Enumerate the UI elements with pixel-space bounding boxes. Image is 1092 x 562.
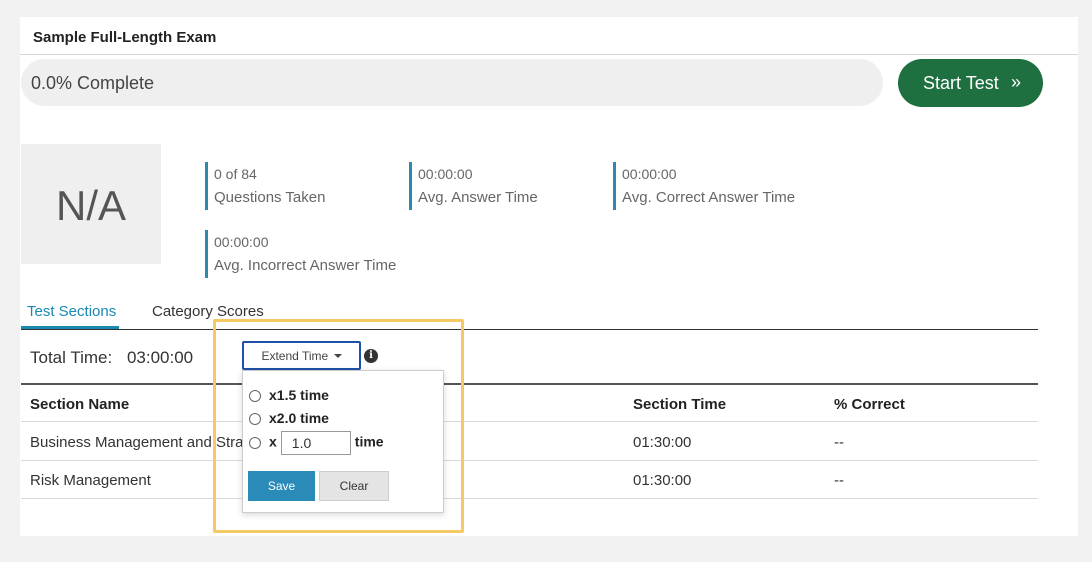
exam-title: Sample Full-Length Exam (33, 29, 217, 46)
stat-questions-taken: 0 of 84 Questions Taken (205, 162, 325, 210)
stat-label: Avg. Incorrect Answer Time (214, 257, 397, 274)
stat-avg-answer-time: 00:00:00 Avg. Answer Time (409, 162, 538, 210)
start-test-button[interactable]: Start Test » (898, 59, 1043, 107)
row-divider (21, 421, 1038, 422)
stat-label: Avg. Answer Time (418, 189, 538, 206)
tab-category-scores[interactable]: Category Scores (152, 303, 264, 320)
stat-value: 00:00:00 (214, 234, 269, 250)
column-header-percent-correct: % Correct (834, 396, 905, 413)
stat-label: Avg. Correct Answer Time (622, 189, 796, 206)
highlight-box (213, 319, 464, 533)
table-header-rule (21, 383, 1038, 385)
total-time: Total Time: 03:00:00 (30, 348, 193, 368)
row-divider (21, 460, 1038, 461)
tab-test-sections[interactable]: Test Sections (27, 303, 116, 320)
stat-value: 00:00:00 (622, 166, 677, 182)
total-time-label: Total Time: (30, 348, 113, 367)
start-test-label: Start Test (923, 72, 999, 93)
progress-label: 0.0% Complete (31, 73, 155, 93)
progress-bar: 0.0% Complete (21, 59, 883, 106)
table-cell-section-time: 01:30:00 (633, 434, 692, 451)
stat-value: 00:00:00 (418, 166, 473, 182)
table-cell-section-name: Risk Management (30, 472, 151, 489)
column-header-section-time: Section Time (633, 396, 727, 413)
score-value: N/A (55, 182, 126, 229)
stat-label: Questions Taken (214, 189, 326, 206)
row-divider (21, 498, 1038, 499)
total-time-value: 03:00:00 (126, 348, 194, 367)
stat-value: 0 of 84 (214, 166, 257, 182)
column-header-section-name: Section Name (30, 396, 130, 413)
double-chevron-right-icon: » (1010, 72, 1021, 92)
table-cell-percent-correct: -- (834, 434, 844, 451)
card-header: Sample Full-Length Exam (20, 17, 1078, 55)
table-cell-percent-correct: -- (834, 472, 844, 489)
stat-avg-incorrect-answer-time: 00:00:00 Avg. Incorrect Answer Time (205, 230, 396, 278)
stat-avg-correct-answer-time: 00:00:00 Avg. Correct Answer Time (613, 162, 795, 210)
score-box: N/A (21, 144, 161, 264)
table-cell-section-time: 01:30:00 (633, 472, 692, 489)
tabs-divider (21, 329, 1038, 330)
